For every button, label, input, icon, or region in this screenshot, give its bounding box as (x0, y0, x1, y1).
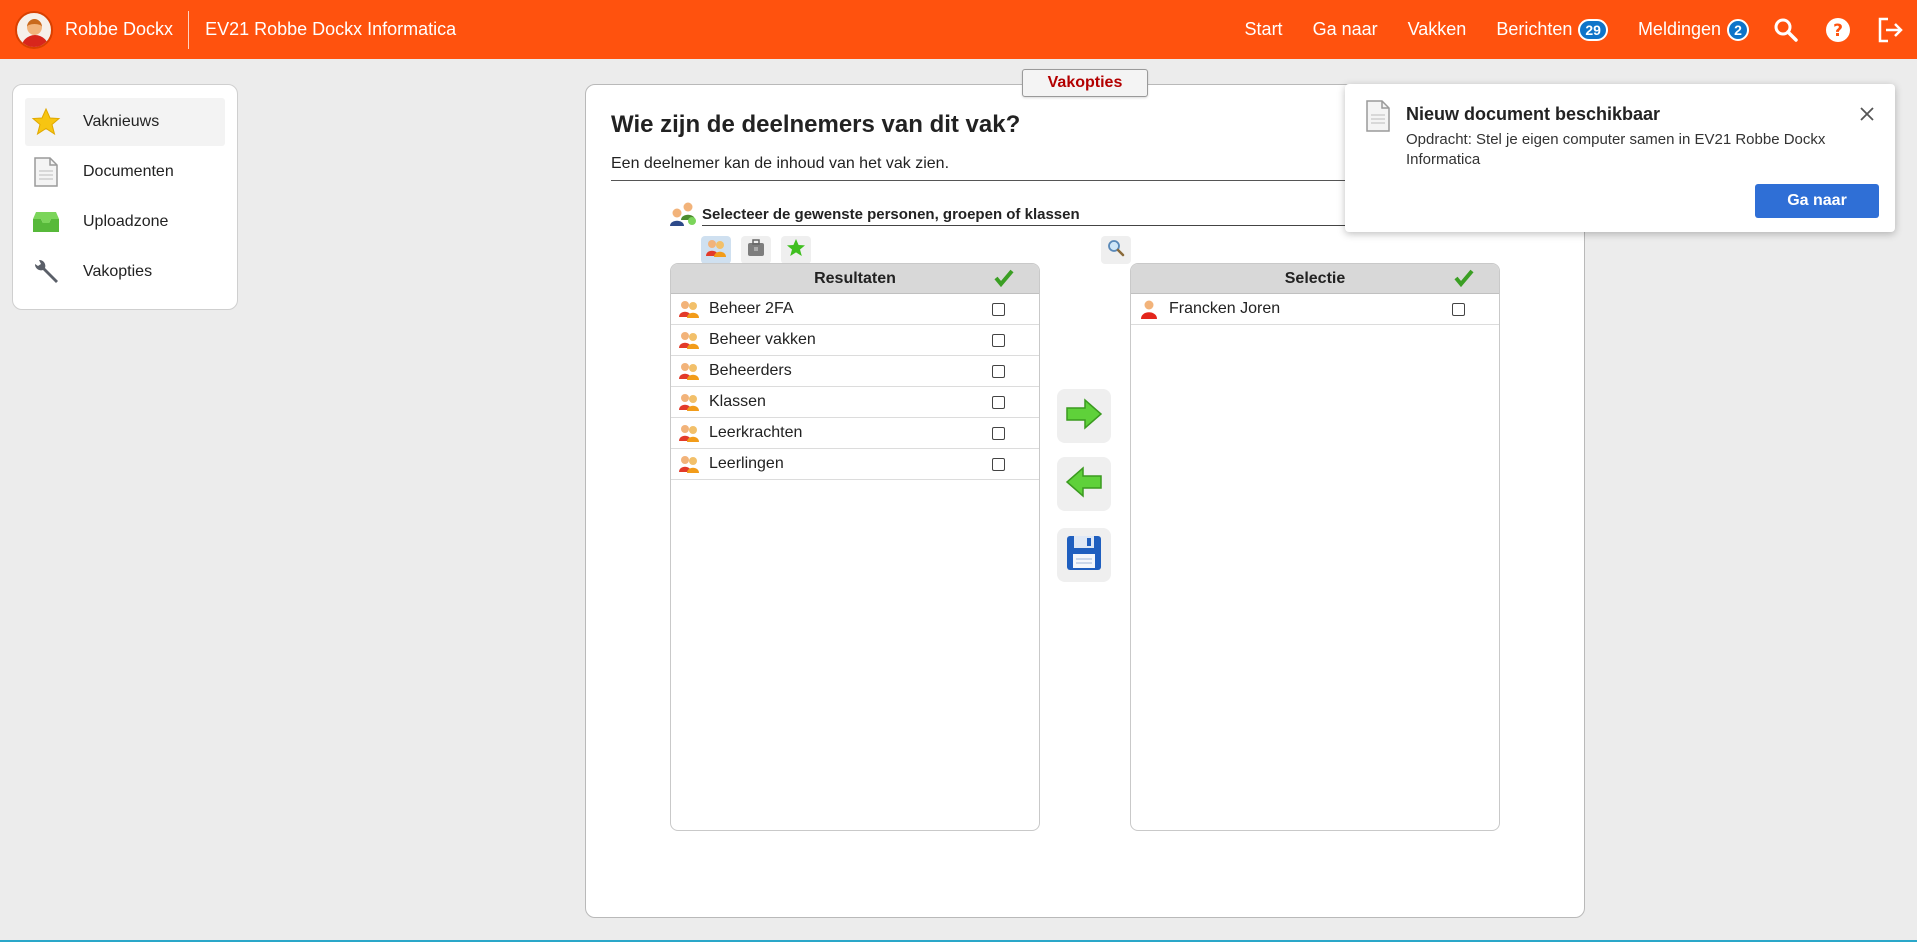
row-checkbox[interactable] (992, 396, 1005, 409)
row-checkbox[interactable] (1452, 303, 1465, 316)
nav-meldingen[interactable]: Meldingen 2 (1638, 18, 1749, 41)
notification-go-button[interactable]: Ga naar (1755, 184, 1879, 218)
list-item[interactable]: Francken Joren (1131, 294, 1499, 325)
course-sidebar: Vaknieuws Documenten Uploadzone Vakoptie… (12, 84, 238, 310)
row-checkbox[interactable] (992, 365, 1005, 378)
main-nav: Start Ga naar Vakken Berichten 29 Meldin… (1245, 0, 1917, 59)
group-icon (678, 329, 700, 351)
svg-text:?: ? (1833, 21, 1843, 41)
group-icon (678, 422, 700, 444)
help-icon[interactable]: ? (1823, 15, 1853, 45)
filter-toolbar (701, 236, 1131, 264)
list-item[interactable]: Leerlingen (671, 449, 1039, 480)
user-name[interactable]: Robbe Dockx (65, 19, 173, 40)
row-checkbox[interactable] (992, 334, 1005, 347)
sidebar-item-vaknieuws[interactable]: Vaknieuws (25, 98, 225, 146)
row-checkbox[interactable] (992, 458, 1005, 471)
filter-search-button[interactable] (1101, 236, 1131, 264)
nav-berichten[interactable]: Berichten 29 (1496, 18, 1608, 41)
save-button[interactable] (1057, 528, 1111, 582)
nav-start[interactable]: Start (1245, 19, 1283, 40)
briefcase-icon (746, 238, 766, 262)
user-avatar[interactable] (15, 10, 53, 49)
wrench-icon (29, 255, 63, 289)
notification-toast: Nieuw document beschikbaar Opdracht: Ste… (1345, 84, 1895, 232)
document-icon (1365, 100, 1391, 137)
group-icon (678, 453, 700, 475)
people-group-icon (668, 200, 698, 233)
results-header: Resultaten (671, 264, 1039, 294)
nav-vakken[interactable]: Vakken (1408, 19, 1467, 40)
inbox-icon (29, 205, 63, 239)
header-divider (188, 10, 190, 49)
magnifier-icon (1107, 239, 1125, 262)
list-item[interactable]: Beheer vakken (671, 325, 1039, 356)
page-title: Wie zijn de deelnemers van dit vak? (611, 111, 1021, 138)
group-icon (678, 360, 700, 382)
select-all-selection-icon[interactable] (1454, 269, 1474, 292)
nav-ga-naar[interactable]: Ga naar (1313, 19, 1378, 40)
list-item[interactable]: Leerkrachten (671, 418, 1039, 449)
sidebar-item-documenten[interactable]: Documenten (25, 148, 225, 196)
search-icon[interactable] (1771, 15, 1801, 45)
groups-icon (705, 238, 727, 263)
person-icon (1138, 298, 1160, 320)
row-checkbox[interactable] (992, 303, 1005, 316)
arrow-left-icon (1065, 465, 1103, 503)
close-icon[interactable] (1858, 105, 1878, 125)
group-icon (678, 391, 700, 413)
sidebar-item-vakopties[interactable]: Vakopties (25, 248, 225, 296)
save-floppy-icon (1065, 534, 1103, 577)
berichten-badge: 29 (1578, 18, 1608, 41)
filter-favorites-button[interactable] (781, 236, 811, 264)
page-subtitle: Een deelnemer kan de inhoud van het vak … (611, 155, 950, 172)
favorite-star-icon (786, 238, 806, 263)
list-item[interactable]: Klassen (671, 387, 1039, 418)
notification-body: Opdracht: Stel je eigen computer samen i… (1406, 131, 1826, 168)
selection-list: Selectie Francken Joren (1130, 263, 1500, 831)
arrow-right-icon (1065, 397, 1103, 435)
selection-header: Selectie (1131, 264, 1499, 294)
list-item[interactable]: Beheer 2FA (671, 294, 1039, 325)
results-list: Resultaten Beheer 2FA Beheer vakken Behe… (670, 263, 1040, 831)
list-item[interactable]: Beheerders (671, 356, 1039, 387)
course-title[interactable]: EV21 Robbe Dockx Informatica (205, 19, 456, 40)
top-bar: Robbe Dockx EV21 Robbe Dockx Informatica… (0, 0, 1917, 59)
add-to-selection-button[interactable] (1057, 389, 1111, 443)
remove-from-selection-button[interactable] (1057, 457, 1111, 511)
row-checkbox[interactable] (992, 427, 1005, 440)
notification-title: Nieuw document beschikbaar (1406, 104, 1661, 124)
filter-classes-button[interactable] (741, 236, 771, 264)
group-icon (678, 298, 700, 320)
select-all-results-icon[interactable] (994, 269, 1014, 292)
sidebar-item-uploadzone[interactable]: Uploadzone (25, 198, 225, 246)
logout-icon[interactable] (1875, 15, 1905, 45)
tab-vakopties[interactable]: Vakopties (1022, 69, 1148, 97)
filter-groups-button[interactable] (701, 236, 731, 264)
star-icon (29, 105, 63, 139)
document-icon (29, 155, 63, 189)
meldingen-badge: 2 (1727, 18, 1749, 41)
